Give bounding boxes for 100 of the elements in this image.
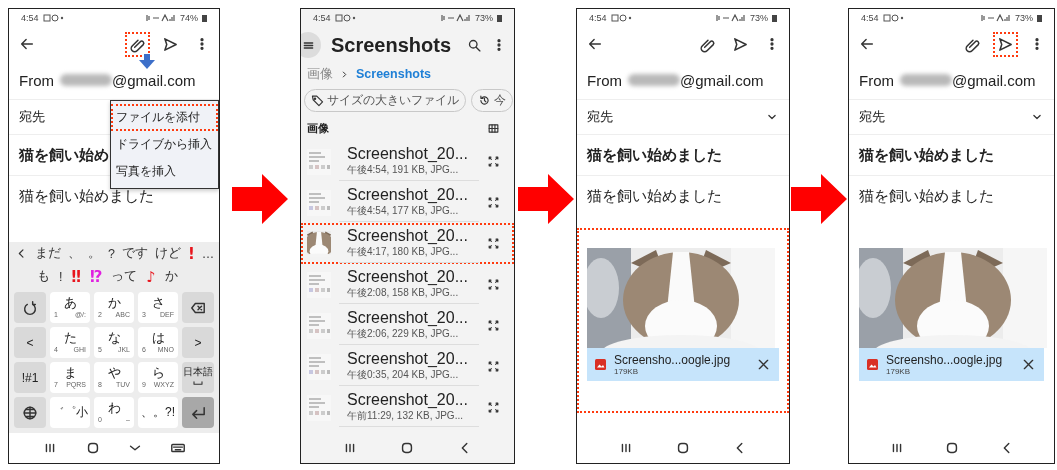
subject-field[interactable]: 猫を飼い始めました [577,135,789,176]
suggestion-word[interactable]: まだ [35,245,61,262]
keyboard-key[interactable]: 日本語 [182,362,214,393]
status-icons-drawing [716,14,746,22]
expand-icon[interactable] [487,196,500,209]
suggestion-word[interactable]: ? [108,246,115,261]
subject-field[interactable]: 猫を飼い始めました [849,135,1054,176]
suggestion-word[interactable]: 、 [68,245,81,262]
file-name: Screenshot_20... [347,226,469,245]
email-address: @gmail.com [112,71,196,89]
keyboard-key[interactable]: < [14,327,46,358]
menu-item[interactable]: ドライブから挿入 [111,131,218,158]
email-address: @gmail.com [680,71,764,89]
screen-title: Screenshots [331,33,453,57]
undo-icon[interactable] [22,299,38,316]
file-size: 179KB [614,367,640,376]
message-body[interactable]: 猫を飼い始めました [577,176,789,216]
suggestion-word[interactable]: です [121,245,148,262]
battery-percentage: 73% [475,13,493,23]
step-arrow [791,174,847,224]
from-label: From [859,71,894,89]
suggestion-word[interactable]: … [201,246,215,261]
suggestion-word[interactable]: ‼ [71,267,81,286]
status-icons-drawing [42,14,65,22]
keyboard-key[interactable]: !#1 [14,362,46,393]
suggestion-word[interactable]: ♪ [146,267,156,286]
recipient-field[interactable]: 宛先 [849,100,1054,135]
keyboard-key[interactable]: > [182,327,214,358]
back-arrow-icon[interactable] [859,36,875,52]
close-icon[interactable] [1021,357,1036,372]
status-icons-drawing [146,14,176,22]
step-arrow [517,174,574,224]
grid-view-icon[interactable] [487,121,500,135]
from-label: From [19,71,54,89]
file-list-item[interactable]: Screenshot_20... 午後4:54, 191 KB, JPG... [301,141,514,182]
file-list-item[interactable]: Screenshot_20... 午前11:29, 132 KB, JPG... [301,387,514,428]
file-details: 午後2:06, 229 KB, JPG... [347,326,460,341]
suggestion-word[interactable]: けど [154,245,181,262]
back-arrow-icon[interactable] [587,36,603,52]
file-details: 午後4:17, 180 KB, JPG... [347,244,460,259]
search-icon[interactable] [467,37,482,53]
email-address: @gmail.com [952,71,1036,89]
home-icon[interactable] [675,440,691,456]
attachment-chip[interactable]: Screensho...oogle.jpg 179KB [587,348,779,381]
file-list-item[interactable]: Screenshot_20... 午後2:08, 158 KB, JPG... [301,264,514,305]
image-icon [867,359,878,370]
file-list-item[interactable]: Screenshot_20... 午後2:06, 229 KB, JPG... [301,305,514,346]
step-arrow [232,174,288,224]
battery-icon [1037,14,1042,22]
breadcrumb-current[interactable]: Screenshots [356,67,432,81]
file-name: Screensho...oogle.jpg [886,353,1004,367]
file-name: Screenshot_20... [347,267,469,286]
status-icons-drawing [882,14,905,22]
back-arrow-icon[interactable] [19,36,35,52]
suggestion-word[interactable]: って [111,268,138,285]
suggestion-word[interactable]: 。 [88,245,101,262]
expand-icon[interactable] [487,360,500,373]
status-icons-drawing [441,14,471,22]
suggestion-word[interactable]: ! [59,269,63,284]
filter-chip[interactable]: 今 [471,88,513,112]
file-name: Screensho...oogle.jpg [614,353,732,367]
expand-icon[interactable] [487,155,500,168]
blurred-text [900,74,952,86]
close-icon[interactable] [756,357,771,372]
file-details: 午後0:35, 204 KB, JPG... [347,367,460,382]
expand-icon[interactable] [487,401,500,414]
status-time: 4:54 [589,13,607,23]
menu-item[interactable]: ファイルを添付 [111,104,218,131]
keyboard-key[interactable]: ゛゜小 [50,397,90,428]
menu-item[interactable]: 写真を挿入 [111,158,218,185]
file-details: 午後4:54, 191 KB, JPG... [347,162,460,177]
status-time: 4:54 [313,13,331,23]
file-list-item[interactable]: Screenshot_20... 午後4:17, 180 KB, JPG... [301,223,514,264]
expand-icon[interactable] [487,278,500,291]
file-list-item[interactable]: Screenshot_20... 午後0:35, 204 KB, JPG... [301,346,514,387]
file-name: Screenshot_20... [347,185,469,204]
from-label: From [587,71,622,89]
globe-icon[interactable] [22,404,38,421]
battery-percentage: 74% [180,13,198,23]
status-time: 4:54 [861,13,879,23]
enter-icon[interactable] [189,404,207,421]
expand-icon[interactable] [487,237,500,250]
expand-icon[interactable] [487,319,500,332]
attachment-chip[interactable]: Screensho...oogle.jpg 179KB [859,348,1044,381]
section-heading: 画像 [307,120,329,136]
suggestion-word[interactable]: も [37,268,50,285]
battery-icon [772,14,777,22]
send-icon [997,35,1014,53]
battery-percentage: 73% [750,13,768,23]
message-body[interactable]: 猫を飼い始めました [849,176,1054,216]
recipient-field[interactable]: 宛先 [577,100,789,135]
file-list-item[interactable]: Screenshot_20... 午後4:54, 177 KB, JPG... [301,182,514,223]
send-button[interactable] [993,31,1018,57]
filter-chip[interactable]: サイズの大きいファイル [304,88,466,112]
suggestion-word[interactable]: か [164,268,178,285]
file-details: 午前11:29, 132 KB, JPG... [347,408,464,423]
blurred-text [628,74,680,86]
suggestion-word[interactable]: ! [187,244,195,263]
battery-icon [202,14,207,22]
keyboard-key[interactable]: 、。?! [138,397,178,428]
